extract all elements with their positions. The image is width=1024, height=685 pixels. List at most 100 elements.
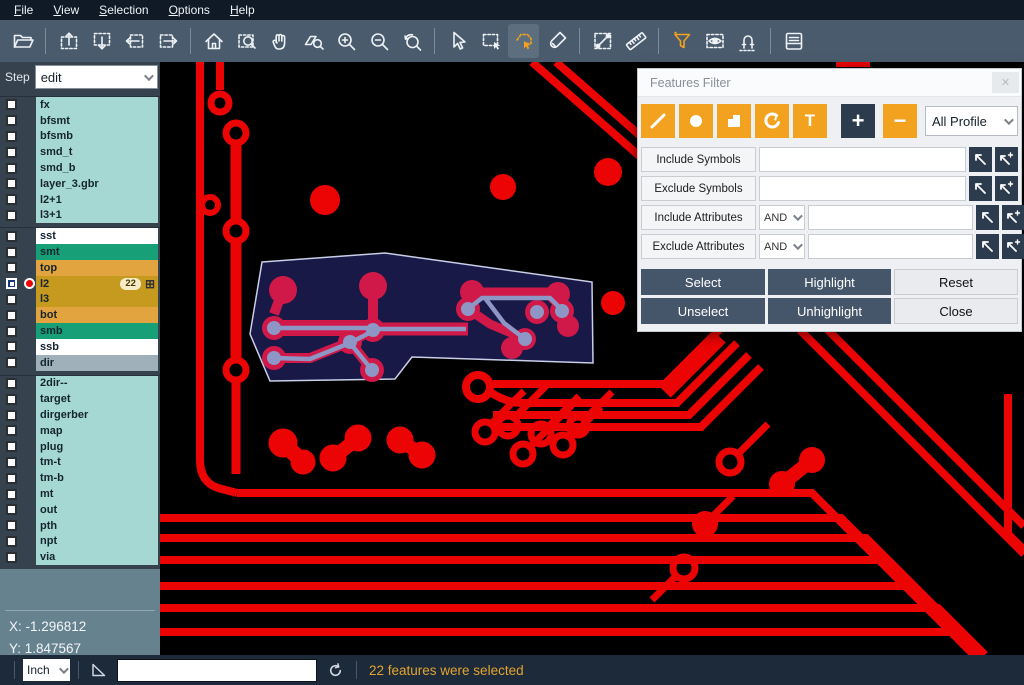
measure-ruler-button[interactable] — [620, 24, 651, 58]
highlight-button[interactable]: Highlight — [768, 269, 891, 295]
layer-checkbox[interactable] — [6, 310, 17, 321]
layer-checkbox[interactable] — [6, 357, 17, 368]
pick-add-attribute-button[interactable] — [1002, 234, 1024, 259]
exclude-symbols-button[interactable]: Exclude Symbols — [641, 176, 756, 201]
pan-right-button[interactable] — [152, 24, 183, 58]
exclude-symbols-input[interactable] — [759, 176, 966, 201]
select-arrow-button[interactable] — [442, 24, 473, 58]
layer-name[interactable]: layer_3.gbr — [36, 176, 158, 192]
pad-feature-button[interactable] — [679, 104, 713, 138]
layer-name[interactable]: sst — [36, 228, 158, 244]
layer-checkbox[interactable] — [6, 99, 17, 110]
layer-row-fx[interactable]: fx — [0, 97, 160, 113]
layer-name[interactable]: via — [36, 549, 158, 565]
angle-mode-button[interactable] — [89, 661, 107, 679]
layer-name[interactable]: plug — [36, 439, 158, 455]
layer-checkbox[interactable] — [6, 163, 17, 174]
layer-checkbox[interactable] — [6, 278, 17, 289]
layer-checkbox[interactable] — [6, 410, 17, 421]
zoom-dynamic-button[interactable] — [297, 24, 328, 58]
exclude-attributes-input[interactable] — [808, 234, 973, 259]
include-symbols-input[interactable] — [759, 147, 966, 172]
polygon-select-button[interactable] — [508, 24, 539, 58]
layer-row-smd_b[interactable]: smd_b — [0, 160, 160, 176]
layer-row-smt[interactable]: smt — [0, 244, 160, 260]
pan-up-button[interactable] — [53, 24, 84, 58]
layer-name[interactable]: bfsmb — [36, 129, 158, 145]
unit-select[interactable]: Inch — [23, 659, 70, 681]
menu-selection[interactable]: Selection — [89, 1, 158, 20]
layer-name[interactable]: bot — [36, 307, 158, 323]
zoom-in-button[interactable] — [330, 24, 361, 58]
layer-checkbox[interactable] — [6, 194, 17, 205]
layer-row-mt[interactable]: mt — [0, 486, 160, 502]
layer-checkbox[interactable] — [6, 262, 17, 273]
layer-row-l3+1[interactable]: l3+1 — [0, 208, 160, 224]
include-symbols-button[interactable]: Include Symbols — [641, 147, 756, 172]
layer-checkbox[interactable] — [6, 178, 17, 189]
layer-checkbox[interactable] — [6, 326, 17, 337]
close-button[interactable]: Close — [894, 298, 1018, 324]
layer-checkbox[interactable] — [6, 341, 17, 352]
profile-select[interactable]: All Profile — [925, 106, 1018, 136]
layers-panel-button[interactable] — [778, 24, 809, 58]
layer-row-l3[interactable]: l3 — [0, 292, 160, 308]
layer-checkbox[interactable] — [6, 457, 17, 468]
line-feature-button[interactable] — [641, 104, 675, 138]
layer-checkbox[interactable] — [6, 489, 17, 500]
surface-feature-button[interactable] — [717, 104, 751, 138]
layer-name[interactable]: l222⊞ — [36, 276, 158, 292]
layer-checkbox[interactable] — [6, 210, 17, 221]
select-button[interactable]: Select — [641, 269, 765, 295]
layer-checkbox[interactable] — [6, 378, 17, 389]
layer-row-plug[interactable]: plug — [0, 439, 160, 455]
open-file-button[interactable] — [7, 24, 38, 58]
text-feature-button[interactable]: T — [793, 104, 827, 138]
layer-row-out[interactable]: out — [0, 502, 160, 518]
menu-help[interactable]: Help — [220, 1, 265, 20]
layer-row-2dir--[interactable]: 2dir-- — [0, 376, 160, 392]
layer-checkbox[interactable] — [6, 441, 17, 452]
layer-row-smb[interactable]: smb — [0, 323, 160, 339]
zoom-previous-button[interactable] — [396, 24, 427, 58]
layer-row-npt[interactable]: npt — [0, 534, 160, 550]
layer-name[interactable]: mt — [36, 486, 158, 502]
paint-button[interactable] — [541, 24, 572, 58]
refresh-button[interactable] — [327, 662, 344, 679]
layer-row-bot[interactable]: bot — [0, 307, 160, 323]
layer-row-l2+1[interactable]: l2+1 — [0, 192, 160, 208]
layer-row-dir[interactable]: dir — [0, 355, 160, 371]
layer-row-bfsmt[interactable]: bfsmt — [0, 113, 160, 129]
layer-name[interactable]: l3+1 — [36, 208, 158, 224]
include-attributes-button[interactable]: Include Attributes — [641, 205, 756, 230]
layer-row-map[interactable]: map — [0, 423, 160, 439]
layer-row-smd_t[interactable]: smd_t — [0, 144, 160, 160]
layer-row-layer_3.gbr[interactable]: layer_3.gbr — [0, 176, 160, 192]
layer-name[interactable]: smd_t — [36, 144, 158, 160]
include-attributes-operator-select[interactable]: AND — [759, 205, 805, 230]
remove-filter-button[interactable]: − — [883, 104, 917, 138]
layer-checkbox[interactable] — [6, 520, 17, 531]
layer-row-top[interactable]: top — [0, 260, 160, 276]
layer-name[interactable]: 2dir-- — [36, 376, 158, 392]
measure-line-button[interactable] — [587, 24, 618, 58]
layer-row-tm-t[interactable]: tm-t — [0, 455, 160, 471]
layer-checkbox[interactable] — [6, 536, 17, 547]
layer-name[interactable]: dirgerber — [36, 407, 158, 423]
arc-feature-button[interactable] — [755, 104, 789, 138]
reset-button[interactable]: Reset — [894, 269, 1018, 295]
pick-attribute-button[interactable] — [976, 234, 999, 259]
layer-name[interactable]: smt — [36, 244, 158, 260]
view-options-button[interactable] — [699, 24, 730, 58]
layer-checkbox[interactable] — [6, 394, 17, 405]
menu-options[interactable]: Options — [159, 1, 220, 20]
layer-checkbox[interactable] — [6, 247, 17, 258]
layer-name[interactable]: smd_b — [36, 160, 158, 176]
layer-name[interactable]: out — [36, 502, 158, 518]
layer-name[interactable]: map — [36, 423, 158, 439]
snap-button[interactable] — [732, 24, 763, 58]
layer-checkbox[interactable] — [6, 115, 17, 126]
zoom-home-button[interactable] — [198, 24, 229, 58]
pick-add-symbol-button[interactable] — [995, 176, 1018, 201]
exclude-attributes-operator-select[interactable]: AND — [759, 234, 805, 259]
